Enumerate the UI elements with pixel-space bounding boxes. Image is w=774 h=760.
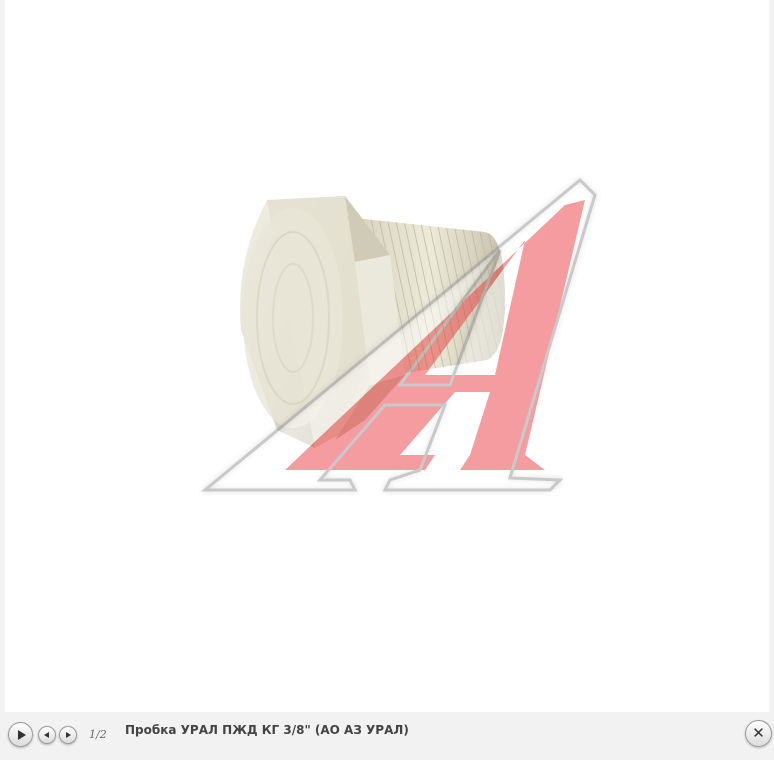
lightbox-viewer: 1/2 Пробка УРАЛ ПЖД КГ 3/8" (АО АЗ УРАЛ)… [0,0,774,760]
play-icon [17,729,26,740]
image-counter: 1/2 [89,728,107,741]
arrow-left-icon [44,732,49,738]
next-button[interactable] [59,726,77,744]
close-button[interactable]: ✕ [745,720,772,747]
viewer-controls: 1/2 Пробка УРАЛ ПЖД КГ 3/8" (АО АЗ УРАЛ)… [0,712,774,760]
image-caption: Пробка УРАЛ ПЖД КГ 3/8" (АО АЗ УРАЛ) [125,723,409,737]
product-image [200,177,597,492]
arrow-right-icon [66,732,71,738]
play-button[interactable] [8,722,33,747]
image-frame [5,0,769,712]
close-icon: ✕ [752,724,765,742]
previous-button[interactable] [38,726,56,744]
